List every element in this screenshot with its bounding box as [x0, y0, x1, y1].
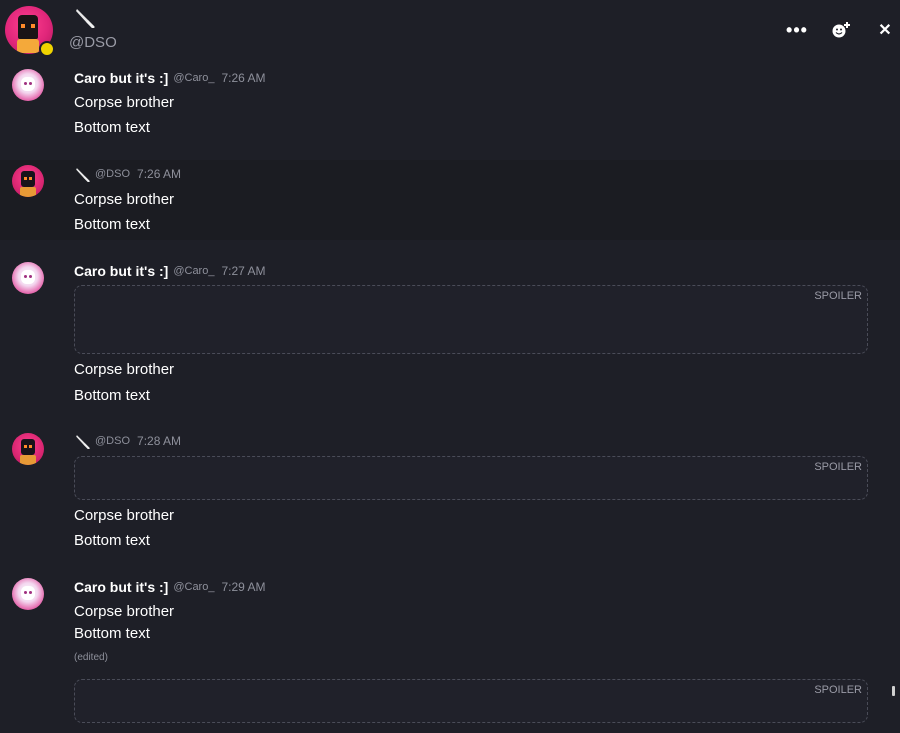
add-reaction-icon[interactable]: [826, 18, 856, 42]
message-handle: @Caro_: [173, 581, 215, 593]
message-timestamp: 7:26 AM: [137, 167, 182, 181]
message-timestamp: 7:26 AM: [221, 71, 266, 85]
spoiler-label: SPOILER: [814, 684, 862, 696]
profile-header: @DSO ••• ✕: [0, 0, 900, 60]
spoiler-box[interactable]: SPOILER: [74, 679, 868, 723]
message-handle: @DSO: [95, 435, 131, 447]
message-text: Bottom text: [74, 387, 150, 404]
message-text: Corpse brother: [74, 191, 175, 208]
close-icon[interactable]: ✕: [870, 18, 900, 42]
knife-icon: [76, 435, 90, 449]
avatar[interactable]: [12, 433, 44, 465]
message-text: Bottom text: [74, 625, 150, 642]
message-text: Bottom text: [74, 216, 150, 233]
avatar[interactable]: [12, 69, 44, 101]
knife-icon: [76, 168, 90, 182]
message-text: Bottom text: [74, 119, 150, 136]
spoiler-box[interactable]: SPOILER: [74, 285, 868, 354]
message-handle: @DSO: [95, 168, 131, 180]
message-text: Corpse brother: [74, 603, 175, 620]
scrollbar-thumb[interactable]: [892, 686, 895, 696]
message-handle: @Caro_: [173, 72, 215, 84]
avatar[interactable]: [12, 165, 44, 197]
message-text: Corpse brother: [74, 361, 175, 378]
message-author[interactable]: Caro but it's :]: [74, 263, 168, 279]
message-author[interactable]: Caro but it's :]: [74, 579, 168, 595]
message-timestamp: 7:27 AM: [221, 264, 266, 278]
message-text: Corpse brother: [74, 507, 175, 524]
message-text: Corpse brother: [74, 94, 175, 111]
message-text: Bottom text: [74, 532, 150, 549]
message-author[interactable]: Caro but it's :]: [74, 70, 168, 86]
profile-handle: @DSO: [69, 34, 117, 51]
spoiler-label: SPOILER: [814, 461, 862, 473]
status-idle-icon: [39, 41, 55, 57]
message-timestamp: 7:29 AM: [221, 580, 266, 594]
knife-icon: [76, 9, 95, 28]
edited-label: (edited): [74, 652, 108, 663]
spoiler-box[interactable]: SPOILER: [74, 456, 868, 500]
message-timestamp: 7:28 AM: [137, 434, 182, 448]
more-options-icon[interactable]: •••: [782, 18, 812, 42]
message-handle: @Caro_: [173, 265, 215, 277]
avatar[interactable]: [12, 262, 44, 294]
spoiler-label: SPOILER: [814, 290, 862, 302]
avatar[interactable]: [12, 578, 44, 610]
